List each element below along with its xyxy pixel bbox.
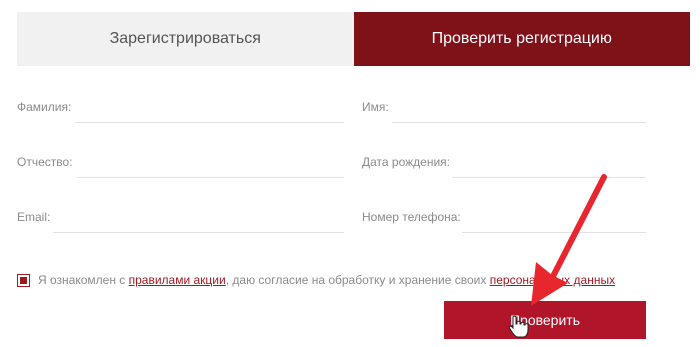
last-name-label: Фамилия:: [17, 100, 72, 114]
first-name-field: Имя:: [362, 99, 648, 123]
agreement-text-prefix: Я ознакомлен с: [38, 273, 129, 287]
patronymic-input[interactable]: [77, 154, 346, 174]
checkbox-check-mark: [20, 276, 27, 284]
last-name-underline: [75, 122, 344, 123]
birth-date-label: Дата рождения:: [362, 155, 450, 169]
agreement-checkbox[interactable]: [17, 273, 30, 287]
first-name-underline: [392, 122, 646, 123]
phone-label: Номер телефона:: [362, 210, 461, 224]
tab-bar: Зарегистрироваться Проверить регистрацию: [17, 12, 690, 66]
birth-date-field: Дата рождения:: [362, 154, 648, 178]
birth-date-input[interactable]: [452, 154, 648, 174]
birth-date-underline: [452, 177, 646, 178]
phone-input[interactable]: [462, 209, 648, 229]
tab-check-registration[interactable]: Проверить регистрацию: [353, 12, 690, 66]
patronymic-underline: [77, 177, 344, 178]
email-field: Email:: [17, 209, 346, 233]
agreement-text-middle: , даю согласие на обработку и хранение с…: [225, 273, 490, 287]
tab-register[interactable]: Зарегистрироваться: [17, 12, 354, 66]
email-input[interactable]: [53, 209, 346, 229]
last-name-input[interactable]: [75, 99, 346, 119]
email-underline: [53, 232, 344, 233]
phone-underline: [462, 232, 646, 233]
email-label: Email:: [17, 210, 51, 224]
agreement-row: Я ознакомлен с правилами акции , даю сог…: [17, 273, 615, 287]
phone-field: Номер телефона:: [362, 209, 648, 233]
personal-data-link[interactable]: персональных данных: [490, 273, 615, 287]
patronymic-label: Отчество:: [17, 155, 73, 169]
check-button[interactable]: Проверить: [444, 301, 646, 339]
patronymic-field: Отчество:: [17, 154, 346, 178]
first-name-label: Имя:: [362, 100, 389, 114]
last-name-field: Фамилия:: [17, 99, 346, 123]
rules-link[interactable]: правилами акции: [129, 273, 226, 287]
first-name-input[interactable]: [392, 99, 648, 119]
